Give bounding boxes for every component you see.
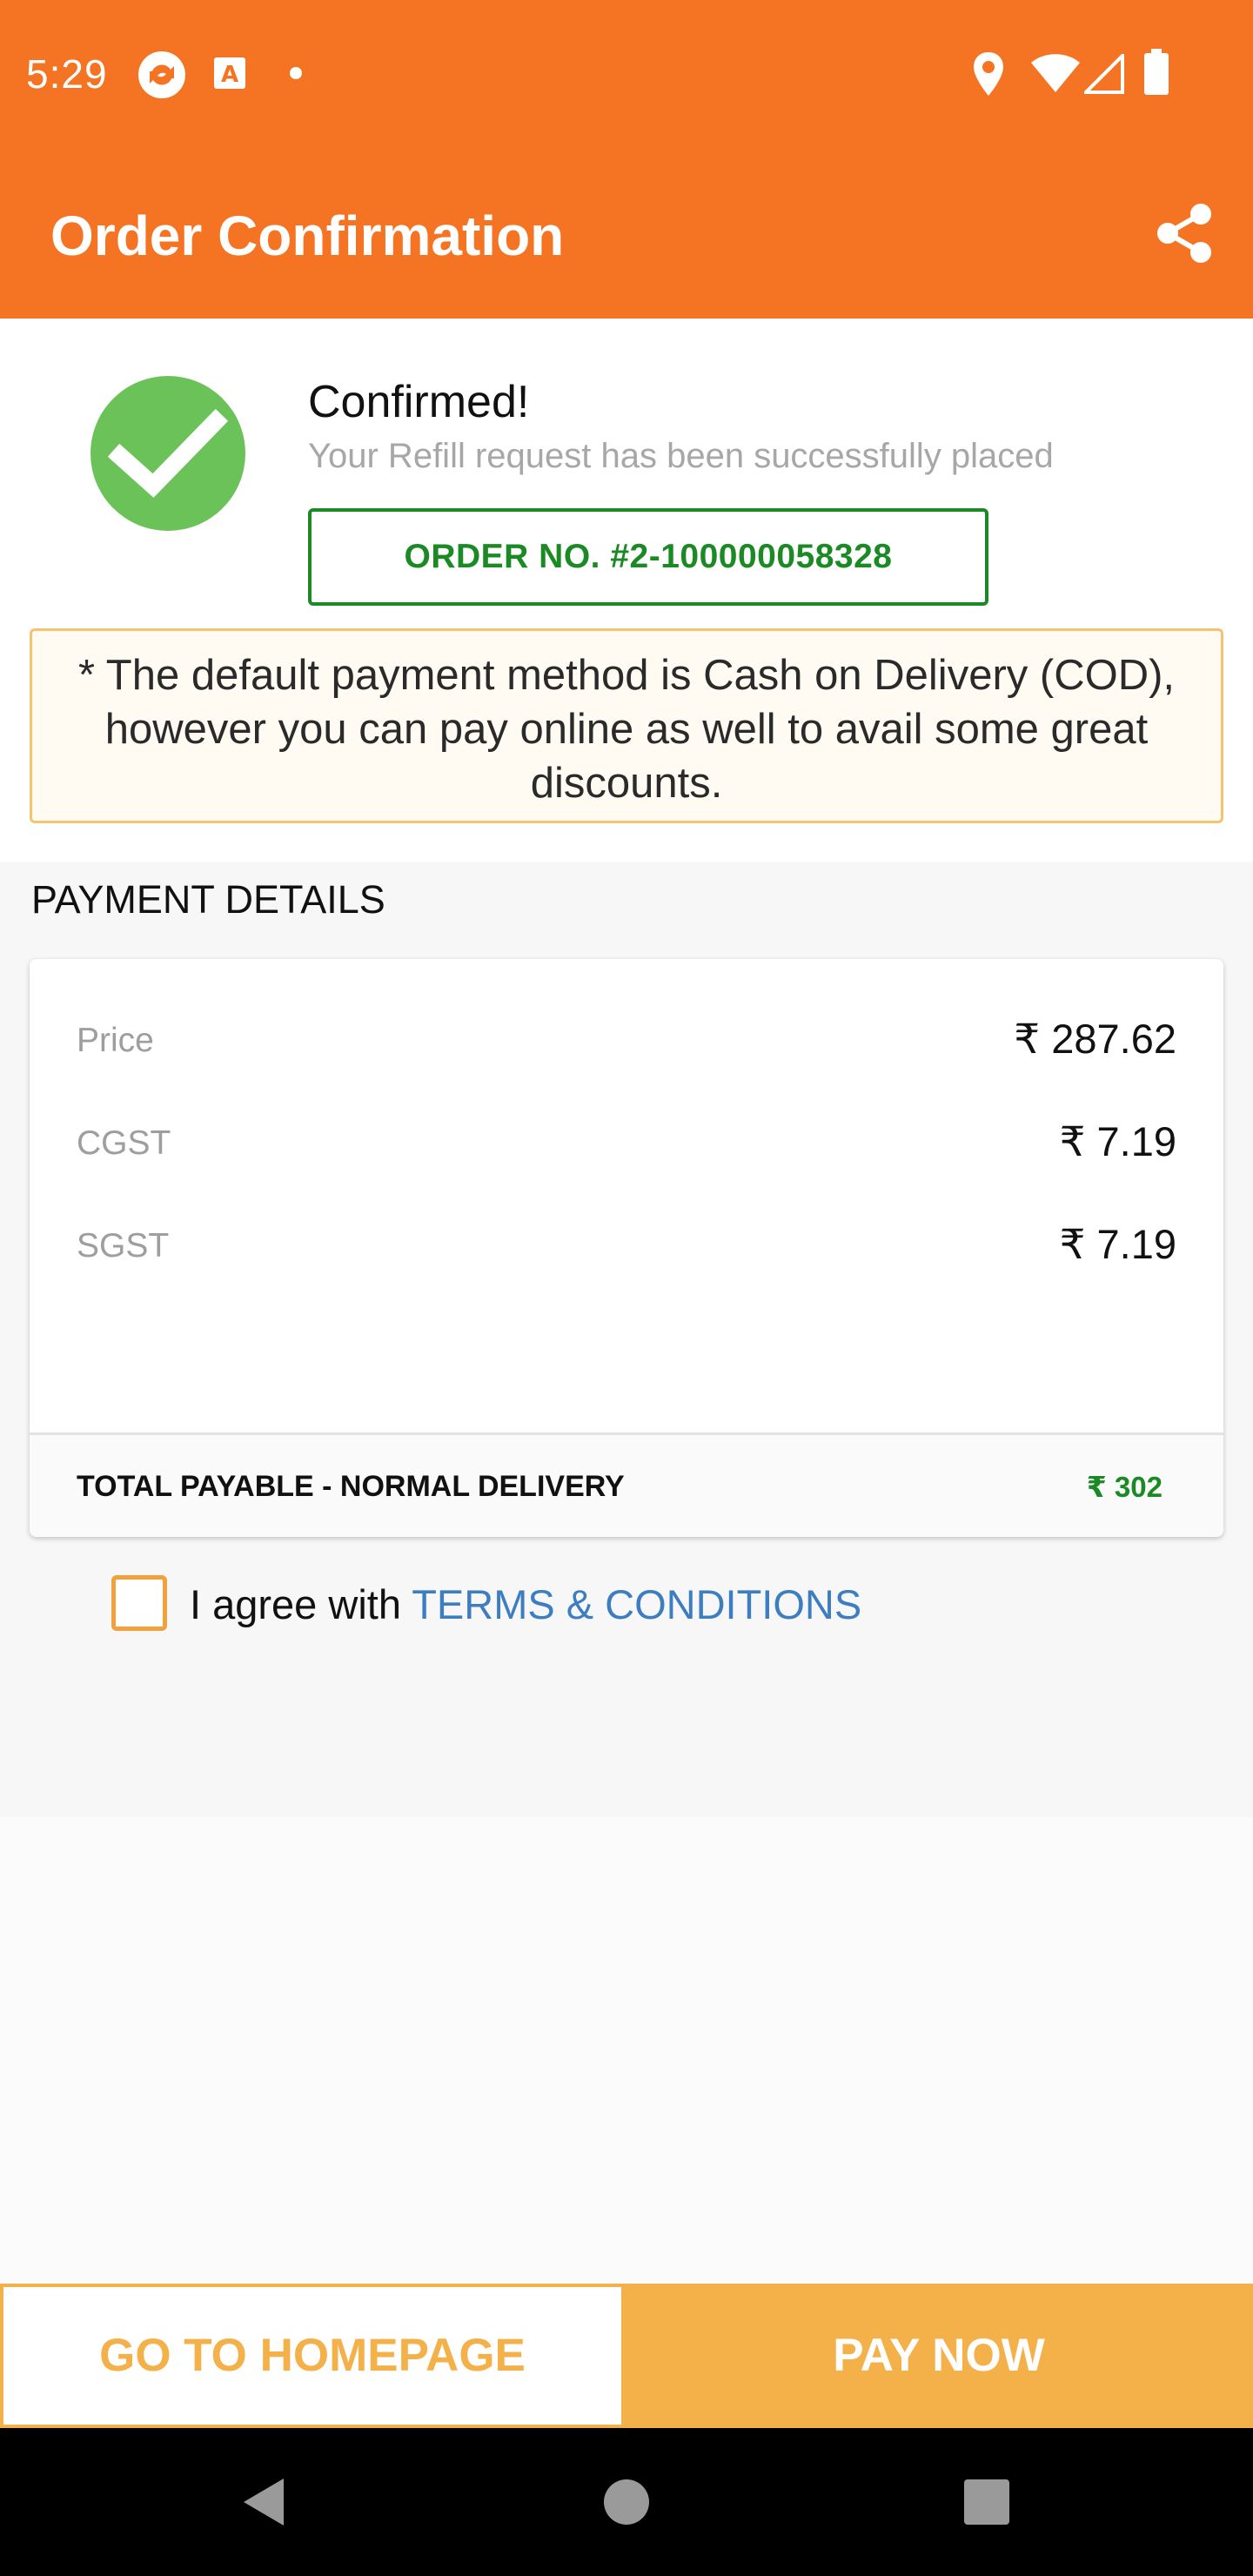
confirmation-title: Confirmed! (308, 377, 530, 427)
confirmation-subtitle: Your Refill request has been successfull… (308, 437, 1054, 475)
cgst-value: ₹ 7.19 (1059, 1118, 1176, 1164)
confirmation-section: Confirmed! Your Refill request has been … (0, 319, 1253, 862)
bottom-actions: GO TO HOMEPAGE PAY NOW (0, 2284, 1253, 2428)
pay-now-button[interactable]: PAY NOW (625, 2284, 1253, 2428)
order-number-badge: ORDER NO. #2-100000058328 (308, 508, 988, 606)
app-bar: Order Confirmation (0, 146, 1253, 319)
navigation-bar (0, 2428, 1253, 2576)
text-a-icon: A (212, 56, 247, 95)
cgst-row: CGST ₹ 7.19 (77, 1112, 1176, 1173)
terms-prefix: I agree with (190, 1581, 412, 1627)
svg-text:A: A (221, 62, 238, 88)
back-icon[interactable] (202, 2428, 324, 2576)
status-time: 5:29 (26, 51, 108, 97)
total-payable-row: TOTAL PAYABLE - NORMAL DELIVERY ₹ 302 (30, 1432, 1223, 1537)
location-icon (971, 50, 1006, 102)
price-label: Price (77, 1022, 154, 1059)
sgst-label: SGST (77, 1227, 170, 1265)
sync-icon (136, 49, 188, 105)
total-payable-value: ₹ 302 (1086, 1471, 1163, 1503)
home-icon[interactable] (566, 2428, 687, 2576)
payment-details-heading: PAYMENT DETAILS (31, 877, 385, 922)
sgst-value: ₹ 7.19 (1059, 1221, 1176, 1267)
empty-area (0, 1817, 1253, 2284)
wifi-icon (1030, 54, 1081, 98)
payment-note: * The default payment method is Cash on … (30, 628, 1223, 823)
terms-text: I agree with TERMS & CONDITIONS (190, 1580, 861, 1628)
sgst-row: SGST ₹ 7.19 (77, 1215, 1176, 1276)
terms-checkbox[interactable] (111, 1575, 167, 1631)
terms-link[interactable]: TERMS & CONDITIONS (412, 1581, 861, 1627)
price-value: ₹ 287.62 (1014, 1016, 1176, 1062)
share-icon[interactable] (1152, 200, 1218, 266)
battery-icon (1143, 49, 1169, 100)
status-bar: 5:29 A (0, 0, 1253, 146)
total-payable-label: TOTAL PAYABLE - NORMAL DELIVERY (77, 1470, 625, 1503)
checkmark-icon (90, 376, 245, 531)
recents-icon[interactable] (926, 2428, 1048, 2576)
payment-details-card: Price ₹ 287.62 CGST ₹ 7.19 SGST ₹ 7.19 T… (30, 959, 1223, 1537)
dot-icon (289, 66, 303, 84)
signal-icon (1082, 51, 1124, 98)
price-row: Price ₹ 287.62 (77, 1010, 1176, 1070)
cgst-label: CGST (77, 1124, 171, 1162)
page-title: Order Confirmation (50, 205, 565, 267)
go-to-homepage-button[interactable]: GO TO HOMEPAGE (0, 2284, 625, 2428)
